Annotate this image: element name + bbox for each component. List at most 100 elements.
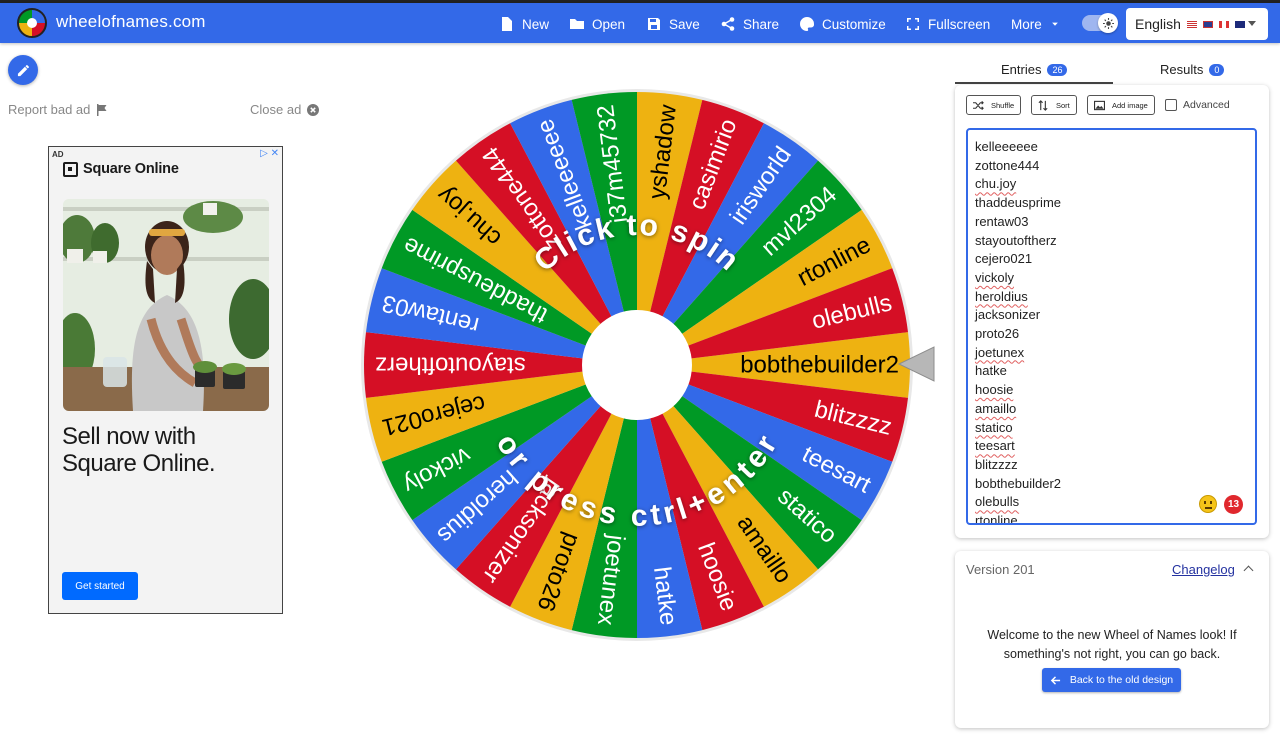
wheel-slice-label: bobthebuilder2 xyxy=(740,352,899,379)
report-label: Report bad ad xyxy=(8,102,91,117)
ad-banner[interactable]: AD ▷ ✕ Square Online Sell now with Squar… xyxy=(48,146,283,614)
ad-tag: AD xyxy=(52,150,64,159)
entry-text: proto26 xyxy=(975,326,1020,342)
back-to-old-design-button[interactable]: Back to the old design xyxy=(1042,668,1181,692)
entry-line[interactable]: vickoly xyxy=(975,269,1248,288)
entry-line[interactable]: blitzzzz xyxy=(975,456,1248,475)
sidebar-tabs: Entries 26 Results 0 xyxy=(955,56,1269,84)
arrow-left-icon xyxy=(1050,675,1060,685)
close-ad-link[interactable]: Close ad xyxy=(250,102,320,117)
changelog-link[interactable]: Changelog xyxy=(1172,562,1235,577)
brand-name[interactable]: wheelofnames.com xyxy=(56,12,206,32)
more-label: More xyxy=(1011,16,1042,32)
entry-text: chu.joy xyxy=(975,176,1017,192)
folder-open-icon xyxy=(570,19,584,29)
dark-mode-toggle[interactable] xyxy=(1082,13,1118,33)
customize-button[interactable]: Customize xyxy=(800,13,886,35)
wheel-pointer-icon xyxy=(897,346,935,382)
caret-down-icon xyxy=(1248,21,1256,26)
sort-label: Sort xyxy=(1056,100,1070,110)
back-button-label: Back to the old design xyxy=(1069,674,1174,686)
image-icon xyxy=(1094,100,1105,110)
get-started-button[interactable]: Get started xyxy=(62,572,138,600)
tab-results[interactable]: Results 0 xyxy=(1160,62,1225,77)
neutral-face-emoji-icon[interactable] xyxy=(1199,495,1217,513)
sort-icon xyxy=(1038,99,1048,111)
entry-line[interactable]: hoosie xyxy=(975,381,1248,400)
entry-text: vickoly xyxy=(975,269,1015,285)
advanced-checkbox-box[interactable] xyxy=(1165,99,1177,111)
entry-line[interactable]: jacksonizer xyxy=(975,306,1248,325)
entry-line[interactable]: kelleeeeee xyxy=(975,138,1248,157)
entry-text: stayoutoftherz xyxy=(975,232,1057,248)
more-menu-button[interactable]: More xyxy=(1011,13,1060,35)
entry-line[interactable]: heroldius xyxy=(975,288,1248,307)
entries-count-badge: 26 xyxy=(1047,63,1068,76)
language-label: English xyxy=(1135,16,1181,32)
entry-text: teesart xyxy=(975,438,1015,454)
entry-line[interactable]: rtonline xyxy=(975,512,1248,523)
entry-line[interactable]: proto26 xyxy=(975,325,1248,344)
entries-textarea[interactable]: kelleeeeee zottone444 chu.joy thaddeusprime… xyxy=(966,128,1257,525)
ad-photo xyxy=(63,199,269,411)
fullscreen-button[interactable]: Fullscreen xyxy=(906,13,990,35)
fullscreen-label: Fullscreen xyxy=(928,16,991,32)
entry-text: rentaw03 xyxy=(975,213,1029,229)
floppy-disk-icon xyxy=(648,18,660,30)
entry-line[interactable]: rentaw03 xyxy=(975,213,1248,232)
entry-text: kelleeeeee xyxy=(975,139,1038,154)
entry-line[interactable]: chu.joy xyxy=(975,175,1248,194)
results-count-badge: 0 xyxy=(1209,63,1225,76)
tab-entries-label: Entries xyxy=(1001,62,1042,77)
entry-line[interactable]: stayoutoftherz xyxy=(975,232,1248,251)
sun-icon xyxy=(1098,13,1118,33)
tab-entries[interactable]: Entries 26 xyxy=(1001,62,1068,77)
version-panel: Version 201 Changelog Welcome to the new… xyxy=(955,551,1269,728)
entry-text: zottone444 xyxy=(975,157,1040,173)
advanced-checkbox[interactable]: Advanced xyxy=(1165,99,1230,111)
entry-text: thaddeusprime xyxy=(975,195,1061,211)
spellcheck-issue-count[interactable]: 13 xyxy=(1224,495,1243,514)
fullscreen-icon xyxy=(907,18,919,30)
square-online-logo: Square Online xyxy=(63,161,179,177)
language-select[interactable]: English xyxy=(1126,8,1268,40)
entry-line[interactable]: statico xyxy=(975,419,1248,438)
entry-line[interactable]: thaddeusprime xyxy=(975,194,1248,213)
add-image-button[interactable]: Add image xyxy=(1087,95,1155,115)
spin-wheel[interactable]: bobthebuilder2 blitzzzz teesart statico amai… xyxy=(359,87,915,643)
collapse-chevron-icon[interactable] xyxy=(1243,565,1254,576)
entry-line[interactable]: cejero021 xyxy=(975,250,1248,269)
logo-icon[interactable] xyxy=(17,8,47,38)
ad-headline: Sell now with Square Online. xyxy=(62,423,216,477)
entry-text: amaillo xyxy=(975,400,1017,416)
open-button[interactable]: Open xyxy=(570,13,625,35)
entry-line[interactable]: zottone444 xyxy=(975,157,1248,176)
share-icon xyxy=(721,17,735,31)
chevron-down-icon xyxy=(1051,22,1058,26)
entry-line[interactable]: bobthebuilder2 xyxy=(975,475,1248,494)
wheel-graphic[interactable]: bobthebuilder2blitzzzzteesartstaticoamai… xyxy=(359,87,915,643)
entry-line[interactable]: teesart xyxy=(975,437,1248,456)
save-button[interactable]: Save xyxy=(647,13,700,35)
canada-flag-icon xyxy=(1218,20,1229,28)
save-label: Save xyxy=(669,16,700,32)
entry-line[interactable]: amaillo xyxy=(975,400,1248,419)
open-label: Open xyxy=(592,16,626,32)
entry-line[interactable]: joetunex xyxy=(975,344,1248,363)
entry-text: hatke xyxy=(975,363,1007,379)
entry-text: jacksonizer xyxy=(975,307,1041,323)
entry-text: hoosie xyxy=(975,382,1014,398)
ad-brand: Square Online xyxy=(83,161,179,177)
new-button[interactable]: New xyxy=(500,13,549,35)
share-button[interactable]: Share xyxy=(721,13,779,35)
sort-button[interactable]: Sort xyxy=(1031,95,1077,115)
version-title: Version 201 xyxy=(966,562,1035,577)
edit-pencil-button[interactable] xyxy=(8,55,38,85)
entry-text: blitzzzz xyxy=(975,456,1018,472)
report-bad-ad-link[interactable]: Report bad ad xyxy=(8,102,108,117)
square-logo-icon xyxy=(63,161,78,177)
tab-results-label: Results xyxy=(1160,62,1204,77)
shuffle-button[interactable]: Shuffle xyxy=(966,95,1022,115)
entry-line[interactable]: hatke xyxy=(975,362,1248,381)
ad-choices-icon[interactable]: ▷ ✕ xyxy=(260,148,279,159)
